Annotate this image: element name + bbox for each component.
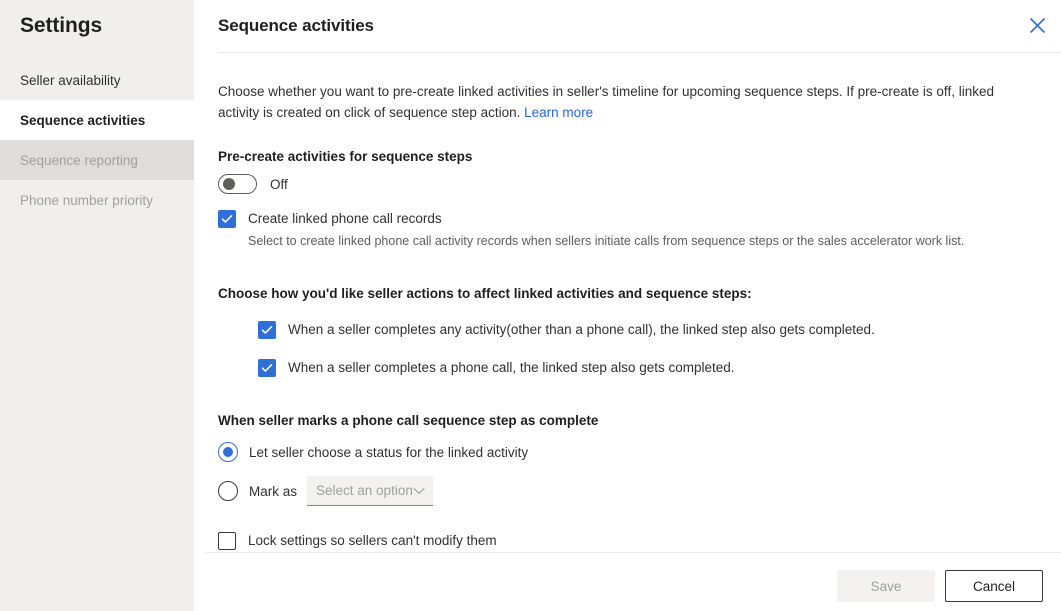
checkbox-label: Create linked phone call records bbox=[248, 210, 442, 228]
intro-text: Choose whether you want to pre-create li… bbox=[218, 81, 1028, 123]
chevron-down-icon bbox=[413, 487, 425, 495]
sidebar-item-phone-number-priority[interactable]: Phone number priority bbox=[0, 180, 194, 220]
close-button[interactable] bbox=[1021, 9, 1053, 41]
seller-completes-phone-call-checkbox-row[interactable]: When a seller completes a phone call, th… bbox=[258, 359, 1037, 377]
radio-selected-icon[interactable] bbox=[218, 442, 238, 462]
dropdown-placeholder: Select an option bbox=[316, 483, 413, 498]
page-title: Sequence activities bbox=[218, 16, 374, 36]
checkbox-checked-icon[interactable] bbox=[258, 321, 276, 339]
save-button[interactable]: Save bbox=[837, 570, 935, 602]
panel-header: Sequence activities bbox=[194, 0, 1061, 53]
mark-complete-heading: When seller marks a phone call sequence … bbox=[218, 413, 1037, 428]
radio-label: Let seller choose a status for the linke… bbox=[249, 445, 528, 460]
sidebar-nav-list: Seller availability Sequence activities … bbox=[0, 60, 194, 220]
sidebar-item-sequence-reporting[interactable]: Sequence reporting bbox=[0, 140, 194, 180]
sidebar-title: Settings bbox=[0, 0, 194, 38]
radio-mark-as[interactable]: Mark as Select an option bbox=[218, 476, 433, 506]
radio-label: Mark as bbox=[249, 484, 297, 499]
radio-let-seller-choose-status[interactable]: Let seller choose a status for the linke… bbox=[218, 442, 528, 462]
mark-as-status-dropdown[interactable]: Select an option bbox=[307, 476, 433, 506]
settings-dialog: Settings Seller availability Sequence ac… bbox=[0, 0, 1061, 611]
checkbox-unchecked-icon[interactable] bbox=[218, 532, 236, 550]
dialog-footer: Save Cancel bbox=[837, 570, 1043, 602]
checkbox-label: When a seller completes any activity(oth… bbox=[288, 321, 875, 339]
precreate-label: Pre-create activities for sequence steps bbox=[218, 149, 1037, 164]
sidebar-item-label: Sequence activities bbox=[20, 113, 145, 128]
settings-sidebar: Settings Seller availability Sequence ac… bbox=[0, 0, 194, 611]
toggle-switch-track bbox=[218, 174, 257, 194]
checkbox-label: Lock settings so sellers can't modify th… bbox=[248, 532, 497, 550]
close-icon bbox=[1029, 17, 1046, 34]
settings-main-panel: Sequence activities Choose whether you w… bbox=[194, 0, 1061, 611]
radio-unselected-icon[interactable] bbox=[218, 481, 238, 501]
cancel-button[interactable]: Cancel bbox=[945, 570, 1043, 602]
toggle-state-label: Off bbox=[270, 177, 288, 192]
footer-divider bbox=[206, 552, 1061, 553]
sidebar-item-sequence-activities[interactable]: Sequence activities bbox=[0, 100, 194, 140]
seller-completes-any-activity-checkbox-row[interactable]: When a seller completes any activity(oth… bbox=[258, 321, 1037, 339]
checkbox-checked-icon[interactable] bbox=[258, 359, 276, 377]
learn-more-link[interactable]: Learn more bbox=[524, 105, 593, 120]
radio-dot bbox=[223, 447, 233, 457]
header-divider bbox=[218, 52, 1061, 53]
intro-paragraph: Choose whether you want to pre-create li… bbox=[218, 84, 994, 120]
checkbox-label: When a seller completes a phone call, th… bbox=[288, 359, 735, 377]
sidebar-item-seller-availability[interactable]: Seller availability bbox=[0, 60, 194, 100]
sidebar-item-label: Sequence reporting bbox=[20, 153, 138, 168]
panel-body: Choose whether you want to pre-create li… bbox=[194, 81, 1061, 550]
seller-actions-heading: Choose how you'd like seller actions to … bbox=[218, 286, 1037, 301]
create-linked-phone-call-records-help: Select to create linked phone call activ… bbox=[248, 233, 1037, 250]
checkbox-checked-icon[interactable] bbox=[218, 210, 236, 228]
toggle-switch-knob bbox=[223, 178, 235, 190]
sidebar-item-label: Seller availability bbox=[20, 73, 121, 88]
create-linked-phone-call-records-checkbox-row[interactable]: Create linked phone call records bbox=[218, 210, 1037, 228]
precreate-toggle[interactable]: Off bbox=[218, 174, 288, 194]
lock-settings-checkbox-row[interactable]: Lock settings so sellers can't modify th… bbox=[218, 532, 1037, 550]
sidebar-item-label: Phone number priority bbox=[20, 193, 153, 208]
